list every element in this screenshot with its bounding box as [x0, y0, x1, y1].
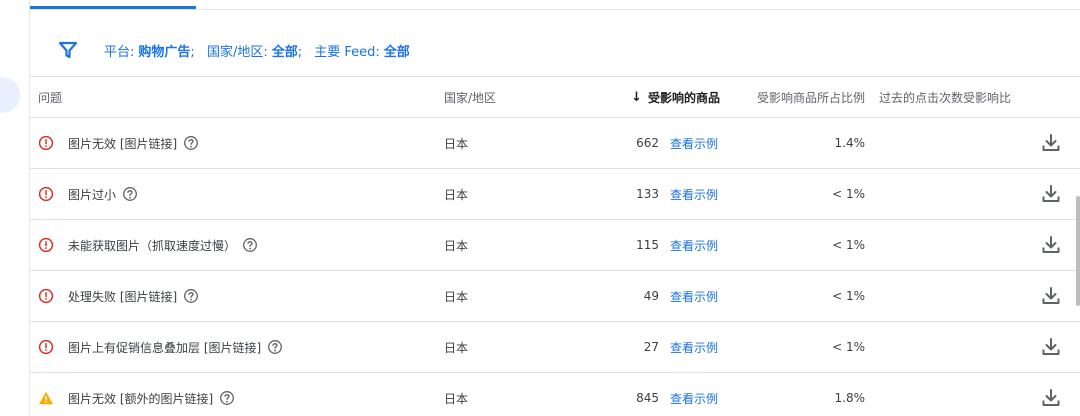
header-affected-items[interactable]: ↓ 受影响的商品	[570, 77, 750, 117]
affected-count: 49	[643, 289, 659, 303]
issue-label: 处理失败 [图片链接]	[68, 289, 178, 304]
header-issue[interactable]: 问题	[38, 77, 62, 117]
download-cell	[1040, 220, 1062, 270]
active-tab-indicator	[30, 6, 196, 9]
affected-cell: 662 查看示例	[590, 118, 750, 168]
download-cell	[1040, 373, 1062, 416]
download-icon[interactable]	[1040, 132, 1062, 154]
issue-label: 图片上有促销信息叠加层 [图片链接]	[68, 340, 262, 355]
country-cell: 日本	[444, 136, 469, 151]
table-header: 问题 国家/地区 ↓ 受影响的商品 受影响商品所占比例 过去的点击次数受影响比	[30, 76, 1080, 118]
download-icon[interactable]	[1040, 183, 1062, 205]
affected-cell: 133 查看示例	[590, 169, 750, 219]
table-row: 图片过小 日本 133 查看示例 < 1%	[30, 169, 1080, 220]
header-past-clicks[interactable]: 过去的点击次数受影响比	[879, 77, 1011, 117]
error-icon	[38, 237, 54, 253]
ratio-cell: 1.4%	[834, 136, 866, 150]
filter-icon[interactable]	[58, 40, 78, 60]
download-cell	[1040, 322, 1062, 372]
filter-bar[interactable]: 平台: 购物广告; 国家/地区: 全部; 主要 Feed: 全部	[30, 24, 1080, 76]
affected-cell: 49 查看示例	[590, 271, 750, 321]
affected-cell: 845 查看示例	[590, 373, 750, 416]
platform-filter-value: 购物广告	[138, 44, 191, 60]
filter-summary[interactable]: 平台: 购物广告; 国家/地区: 全部; 主要 Feed: 全部	[104, 41, 410, 60]
filter-separator: ;	[297, 44, 303, 60]
download-icon[interactable]	[1040, 387, 1062, 409]
issue-cell: 图片过小	[38, 169, 138, 219]
platform-filter-label: 平台:	[104, 44, 135, 60]
sort-down-icon: ↓	[631, 89, 642, 105]
ratio-cell: < 1%	[832, 238, 865, 252]
left-gutter	[0, 0, 30, 416]
country-cell: 日本	[444, 187, 469, 202]
help-icon[interactable]	[267, 339, 283, 355]
issue-cell: 处理失败 [图片链接]	[38, 271, 199, 321]
ratio-cell: 1.8%	[834, 391, 866, 405]
download-icon[interactable]	[1040, 285, 1062, 307]
view-examples-link[interactable]: 查看示例	[670, 135, 718, 152]
view-examples-link[interactable]: 查看示例	[670, 339, 718, 356]
country-cell: 日本	[444, 289, 469, 304]
error-icon	[38, 288, 54, 304]
issue-cell: 图片无效 [额外的图片链接]	[38, 373, 235, 416]
filter-separator: ;	[190, 44, 195, 60]
table-row: 处理失败 [图片链接] 日本 49 查看示例 < 1%	[30, 271, 1080, 322]
download-cell	[1040, 169, 1062, 219]
affected-count: 662	[636, 136, 659, 150]
download-cell	[1040, 118, 1062, 168]
header-country[interactable]: 国家/地区	[444, 77, 496, 117]
issues-table: 问题 国家/地区 ↓ 受影响的商品 受影响商品所占比例 过去的点击次数受影响比 …	[30, 76, 1080, 416]
affected-cell: 115 查看示例	[590, 220, 750, 270]
feed-filter-label: 主要 Feed:	[314, 44, 380, 60]
table-row: 图片无效 [图片链接] 日本 662 查看示例 1.4%	[30, 118, 1080, 169]
country-filter-label: 国家/地区:	[206, 44, 268, 60]
affected-count: 27	[643, 340, 659, 354]
help-icon[interactable]	[122, 186, 138, 202]
header-affected-label: 受影响的商品	[647, 90, 720, 105]
affected-count: 845	[636, 391, 659, 405]
header-affected-ratio[interactable]: 受影响商品所占比例	[750, 77, 865, 117]
scrollbar-thumb[interactable]	[1076, 196, 1080, 306]
issue-label: 未能获取图片（抓取速度过慢）	[68, 238, 237, 253]
table-row: 图片上有促销信息叠加层 [图片链接] 日本 27 查看示例 < 1%	[30, 322, 1080, 373]
table-row: 未能获取图片（抓取速度过慢） 日本 115 查看示例 < 1%	[30, 220, 1080, 271]
error-icon	[38, 339, 54, 355]
ratio-cell: < 1%	[832, 187, 865, 201]
country-cell: 日本	[444, 340, 469, 355]
help-icon[interactable]	[183, 135, 199, 151]
country-cell: 日本	[444, 238, 469, 253]
ratio-cell: < 1%	[832, 340, 865, 354]
issue-cell: 图片无效 [图片链接]	[38, 118, 199, 168]
country-filter-value: 全部	[271, 44, 298, 60]
affected-cell: 27 查看示例	[590, 322, 750, 372]
country-cell: 日本	[444, 391, 469, 406]
view-examples-link[interactable]: 查看示例	[670, 237, 718, 254]
affected-count: 133	[636, 187, 659, 201]
error-icon	[38, 135, 54, 151]
download-icon[interactable]	[1040, 234, 1062, 256]
issue-label: 图片无效 [额外的图片链接]	[68, 391, 214, 406]
view-examples-link[interactable]: 查看示例	[670, 288, 718, 305]
help-icon[interactable]	[183, 288, 199, 304]
issue-label: 图片过小	[68, 187, 117, 202]
ratio-cell: < 1%	[832, 289, 865, 303]
issue-label: 图片无效 [图片链接]	[68, 136, 178, 151]
error-icon	[38, 186, 54, 202]
download-cell	[1040, 271, 1062, 321]
help-icon[interactable]	[219, 390, 235, 406]
view-examples-link[interactable]: 查看示例	[670, 186, 718, 203]
table-row: 图片无效 [额外的图片链接] 日本 845 查看示例 1.8%	[30, 373, 1080, 416]
help-icon[interactable]	[242, 237, 258, 253]
top-tab-strip	[30, 0, 1080, 10]
view-examples-link[interactable]: 查看示例	[670, 390, 718, 407]
issue-cell: 图片上有促销信息叠加层 [图片链接]	[38, 322, 283, 372]
affected-count: 115	[636, 238, 659, 252]
issue-cell: 未能获取图片（抓取速度过慢）	[38, 220, 258, 270]
download-icon[interactable]	[1040, 336, 1062, 358]
warning-icon	[39, 391, 53, 405]
feed-filter-value: 全部	[383, 44, 410, 60]
